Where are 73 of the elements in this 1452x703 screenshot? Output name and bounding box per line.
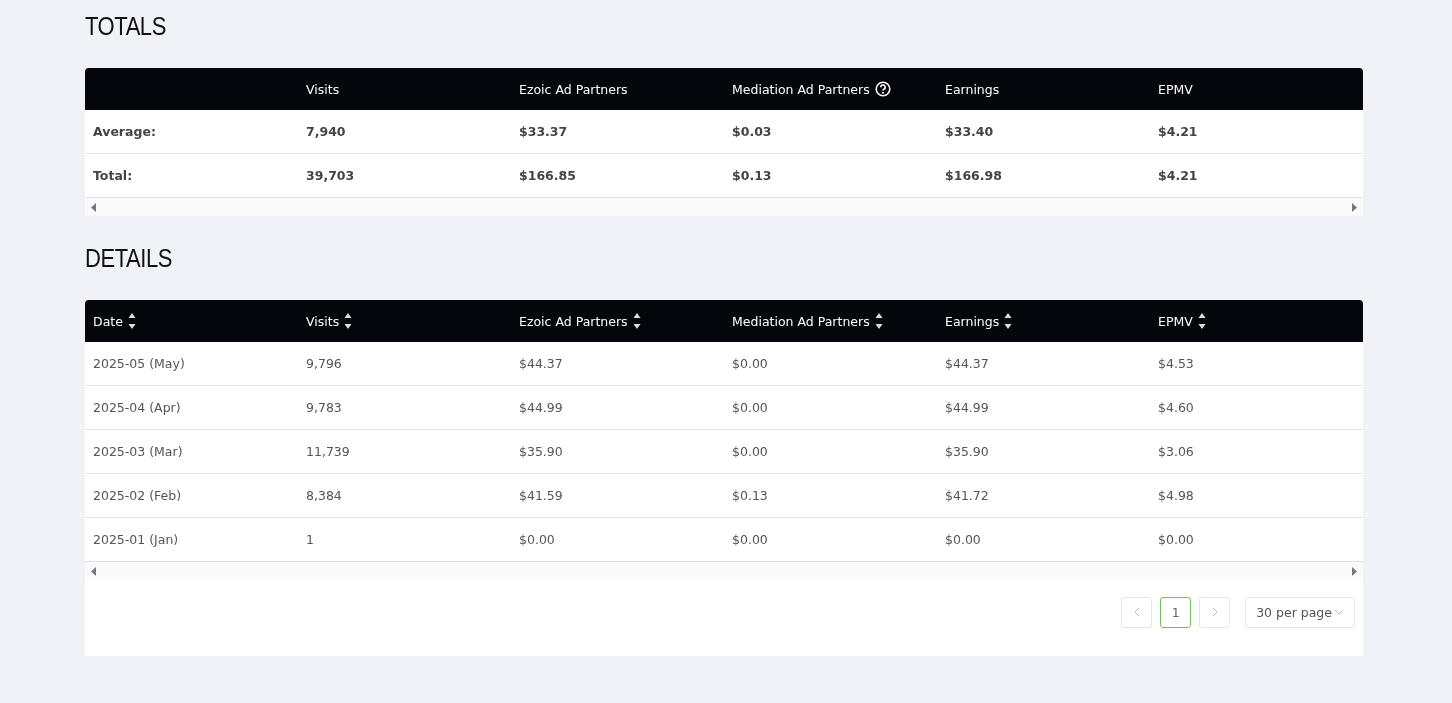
table-cell: 2025-05 (May) <box>93 356 185 371</box>
table-cell: $0.00 <box>945 532 981 547</box>
table-cell: $4.60 <box>1158 400 1194 415</box>
table-cell: $0.00 <box>732 444 768 459</box>
table-cell: 8,384 <box>306 488 342 503</box>
table-cell: 2025-04 (Apr) <box>93 400 181 415</box>
column-header[interactable]: Visits <box>306 313 340 329</box>
sort-icon[interactable] <box>632 312 641 330</box>
table-cell: $0.00 <box>1158 532 1194 547</box>
table-cell: 9,796 <box>306 356 342 371</box>
table-cell: 2025-01 (Jan) <box>93 532 179 547</box>
table-cell: 7,940 <box>306 124 346 139</box>
table-cell: 1 <box>306 532 314 547</box>
table-cell: 9,783 <box>306 400 342 415</box>
scroll-left-icon[interactable] <box>91 566 96 576</box>
scroll-left-icon[interactable] <box>91 202 96 212</box>
chevron-right-icon <box>1211 607 1218 617</box>
table-cell: $3.06 <box>1158 444 1194 459</box>
table-cell: $0.03 <box>732 124 772 139</box>
horizontal-scrollbar[interactable] <box>85 198 1363 216</box>
scroll-right-icon[interactable] <box>1352 566 1357 576</box>
horizontal-scrollbar[interactable] <box>85 562 1363 580</box>
table-cell: 39,703 <box>306 168 355 183</box>
table-cell: $41.59 <box>519 488 563 503</box>
column-header[interactable]: Mediation Ad Partners <box>732 313 870 329</box>
table-cell: 11,739 <box>306 444 350 459</box>
table-cell: $0.13 <box>732 488 768 503</box>
sort-icon[interactable] <box>874 312 883 330</box>
table-cell: Average: <box>93 124 156 139</box>
table-cell: $35.90 <box>519 444 563 459</box>
table-cell: 2025-03 (Mar) <box>93 444 183 459</box>
column-header: Ezoic Ad Partners <box>519 81 628 97</box>
column-header[interactable]: Earnings <box>945 313 1000 329</box>
table-cell: $33.37 <box>519 124 568 139</box>
table-cell: 2025-02 (Feb) <box>93 488 182 503</box>
column-header: Visits <box>306 81 340 97</box>
sort-icon[interactable] <box>127 312 136 330</box>
chevron-left-icon <box>1133 607 1140 617</box>
column-header: Earnings <box>945 81 1000 97</box>
table-cell: $44.37 <box>519 356 563 371</box>
table-cell: $41.72 <box>945 488 989 503</box>
table-cell: $0.13 <box>732 168 772 183</box>
section-title: TOTALS <box>85 12 166 41</box>
table-cell: $44.99 <box>945 400 989 415</box>
table-cell: $0.00 <box>732 532 768 547</box>
table-cell: $166.85 <box>519 168 576 183</box>
table-cell: $0.00 <box>732 400 768 415</box>
table-cell: $44.37 <box>945 356 989 371</box>
table-cell: $4.98 <box>1158 488 1194 503</box>
help-icon[interactable] <box>874 81 891 97</box>
sort-icon[interactable] <box>344 312 353 330</box>
column-header[interactable]: EPMV <box>1158 313 1193 329</box>
column-header[interactable]: Ezoic Ad Partners <box>519 313 628 329</box>
per-page-dropdown[interactable]: 30 per page <box>1245 596 1355 628</box>
sort-icon[interactable] <box>1197 312 1206 330</box>
table-cell: Total: <box>93 168 133 183</box>
table-cell: $0.00 <box>732 356 768 371</box>
table-cell: $4.21 <box>1158 124 1198 139</box>
table-cell: $44.99 <box>519 400 563 415</box>
scroll-right-icon[interactable] <box>1352 202 1357 212</box>
column-header: EPMV <box>1158 81 1193 97</box>
page-button[interactable]: 1 <box>1160 596 1192 628</box>
table-cell: $166.98 <box>945 168 1002 183</box>
table-cell: $0.00 <box>519 532 555 547</box>
column-header: Mediation Ad Partners <box>732 81 870 97</box>
column-header[interactable]: Date <box>93 313 123 329</box>
sort-icon[interactable] <box>1004 312 1013 330</box>
table-cell: $33.40 <box>945 124 994 139</box>
table-cell: $4.53 <box>1158 356 1194 371</box>
table-cell: $35.90 <box>945 444 989 459</box>
table-cell: $4.21 <box>1158 168 1198 183</box>
section-title: DETAILS <box>85 244 172 273</box>
chevron-down-icon <box>1334 609 1344 615</box>
